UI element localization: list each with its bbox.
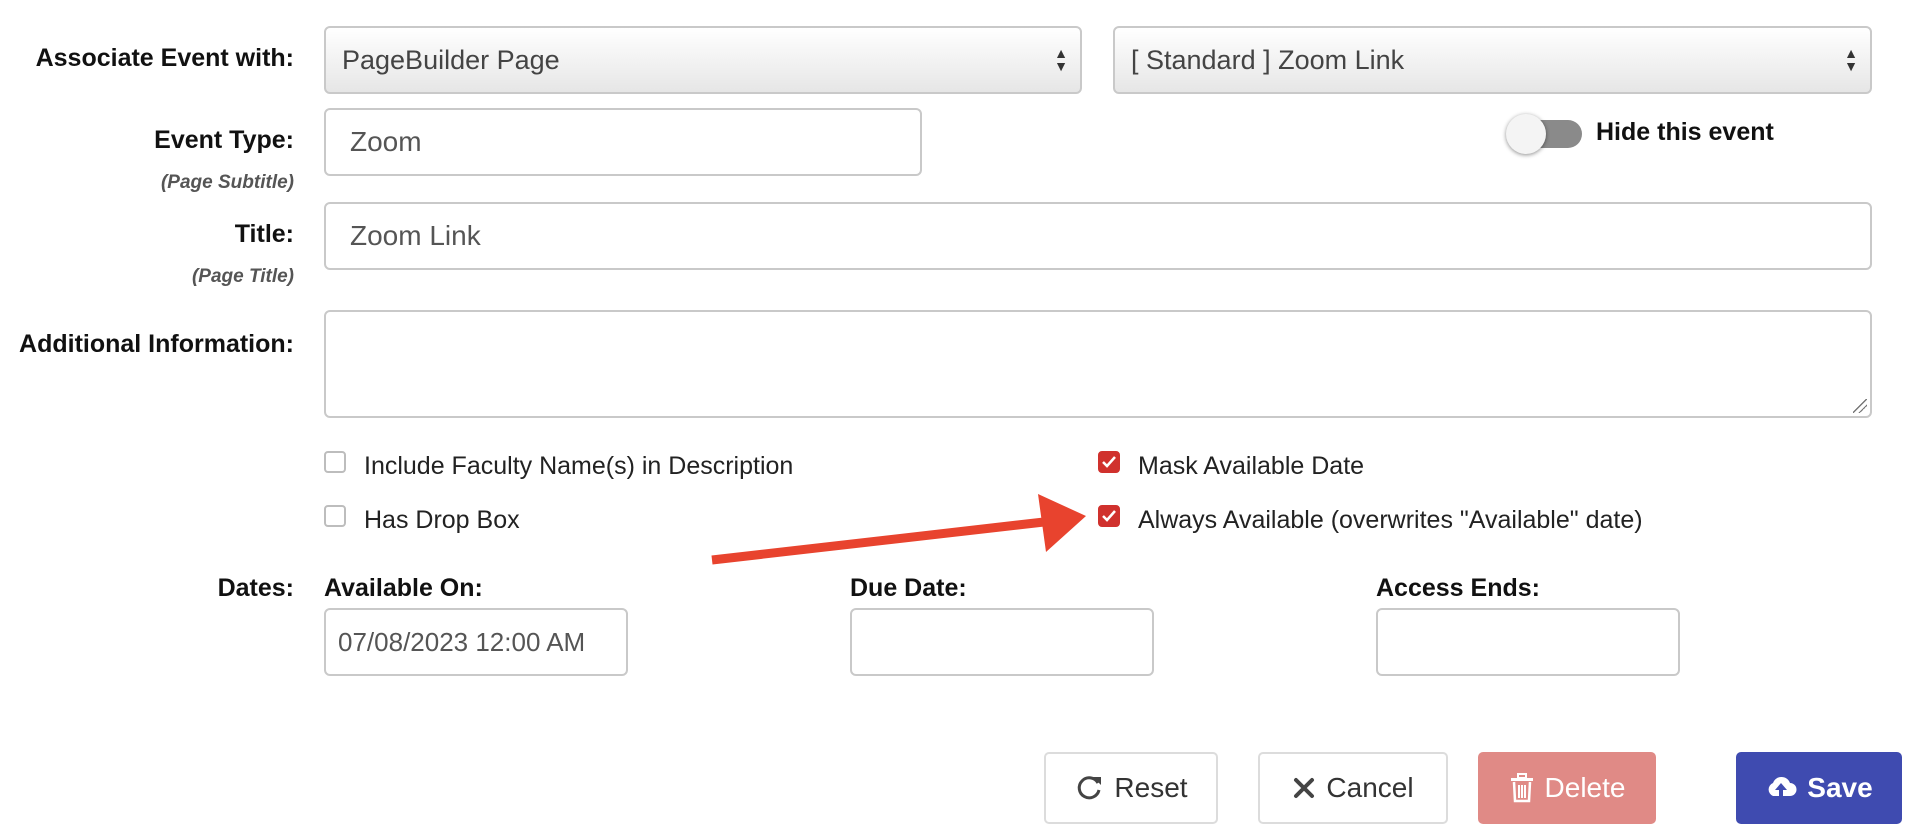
associate-item-value: [ Standard ] Zoom Link: [1131, 44, 1405, 75]
title-sublabel: (Page Title): [191, 266, 294, 287]
reset-label: Reset: [1114, 772, 1188, 803]
access-ends-label: Access Ends:: [1376, 574, 1540, 602]
resize-grip-icon[interactable]: [1853, 399, 1867, 413]
delete-button[interactable]: Delete: [1478, 752, 1656, 824]
additional-info-label: Additional Information:: [19, 330, 294, 358]
mask-available-checkbox[interactable]: [1098, 451, 1120, 473]
annotation-arrow: [711, 494, 1086, 565]
available-on-label: Available On:: [324, 574, 483, 602]
cancel-label: Cancel: [1326, 772, 1414, 803]
cancel-button[interactable]: Cancel: [1258, 752, 1448, 824]
select-arrows-icon: ▲ ▼: [1054, 45, 1068, 74]
additional-info-textarea[interactable]: [324, 310, 1872, 418]
due-date-label: Due Date:: [850, 574, 967, 602]
associate-item-select[interactable]: [ Standard ] Zoom Link ▲ ▼: [1113, 26, 1872, 94]
close-icon: [1294, 778, 1315, 798]
event-form: Associate Event with: PageBuilder Page ▲…: [0, 0, 1914, 834]
title-value: Zoom Link: [350, 220, 481, 251]
available-on-input[interactable]: 07/08/2023 12:00 AM: [324, 608, 628, 676]
event-type-label: Event Type:: [154, 126, 294, 154]
checkmark-icon: [1102, 510, 1116, 522]
always-available-label: Always Available (overwrites "Available"…: [1138, 506, 1643, 534]
reset-button[interactable]: Reset: [1044, 752, 1218, 824]
associate-type-value: PageBuilder Page: [342, 44, 560, 75]
has-drop-box-checkbox[interactable]: [324, 505, 346, 527]
always-available-checkbox[interactable]: [1098, 505, 1120, 527]
save-button[interactable]: Save: [1736, 752, 1902, 824]
title-input[interactable]: Zoom Link: [324, 202, 1872, 270]
save-label: Save: [1807, 772, 1873, 803]
refresh-icon: [1078, 776, 1102, 800]
trash-icon: [1510, 773, 1533, 803]
mask-available-label: Mask Available Date: [1138, 452, 1365, 480]
include-faculty-checkbox[interactable]: [324, 451, 346, 473]
event-type-sublabel: (Page Subtitle): [160, 172, 294, 193]
associate-type-select[interactable]: PageBuilder Page ▲ ▼: [324, 26, 1082, 94]
available-on-value: 07/08/2023 12:00 AM: [338, 626, 586, 657]
hide-event-label: Hide this event: [1596, 118, 1774, 146]
dates-label: Dates:: [217, 574, 294, 602]
select-arrows-icon: ▲ ▼: [1844, 45, 1858, 74]
toggle-knob: [1506, 114, 1546, 154]
event-type-input[interactable]: Zoom: [324, 108, 922, 176]
checkmark-icon: [1102, 456, 1116, 468]
access-ends-input[interactable]: [1376, 608, 1680, 676]
title-label: Title:: [234, 220, 294, 248]
hide-event-toggle[interactable]: [1506, 112, 1582, 156]
delete-label: Delete: [1544, 772, 1626, 803]
cloud-upload-icon: [1768, 776, 1797, 798]
event-type-value: Zoom: [350, 126, 422, 157]
has-drop-box-label: Has Drop Box: [364, 506, 520, 534]
associate-event-label: Associate Event with:: [35, 44, 294, 72]
include-faculty-label: Include Faculty Name(s) in Description: [364, 452, 794, 480]
due-date-input[interactable]: [850, 608, 1154, 676]
